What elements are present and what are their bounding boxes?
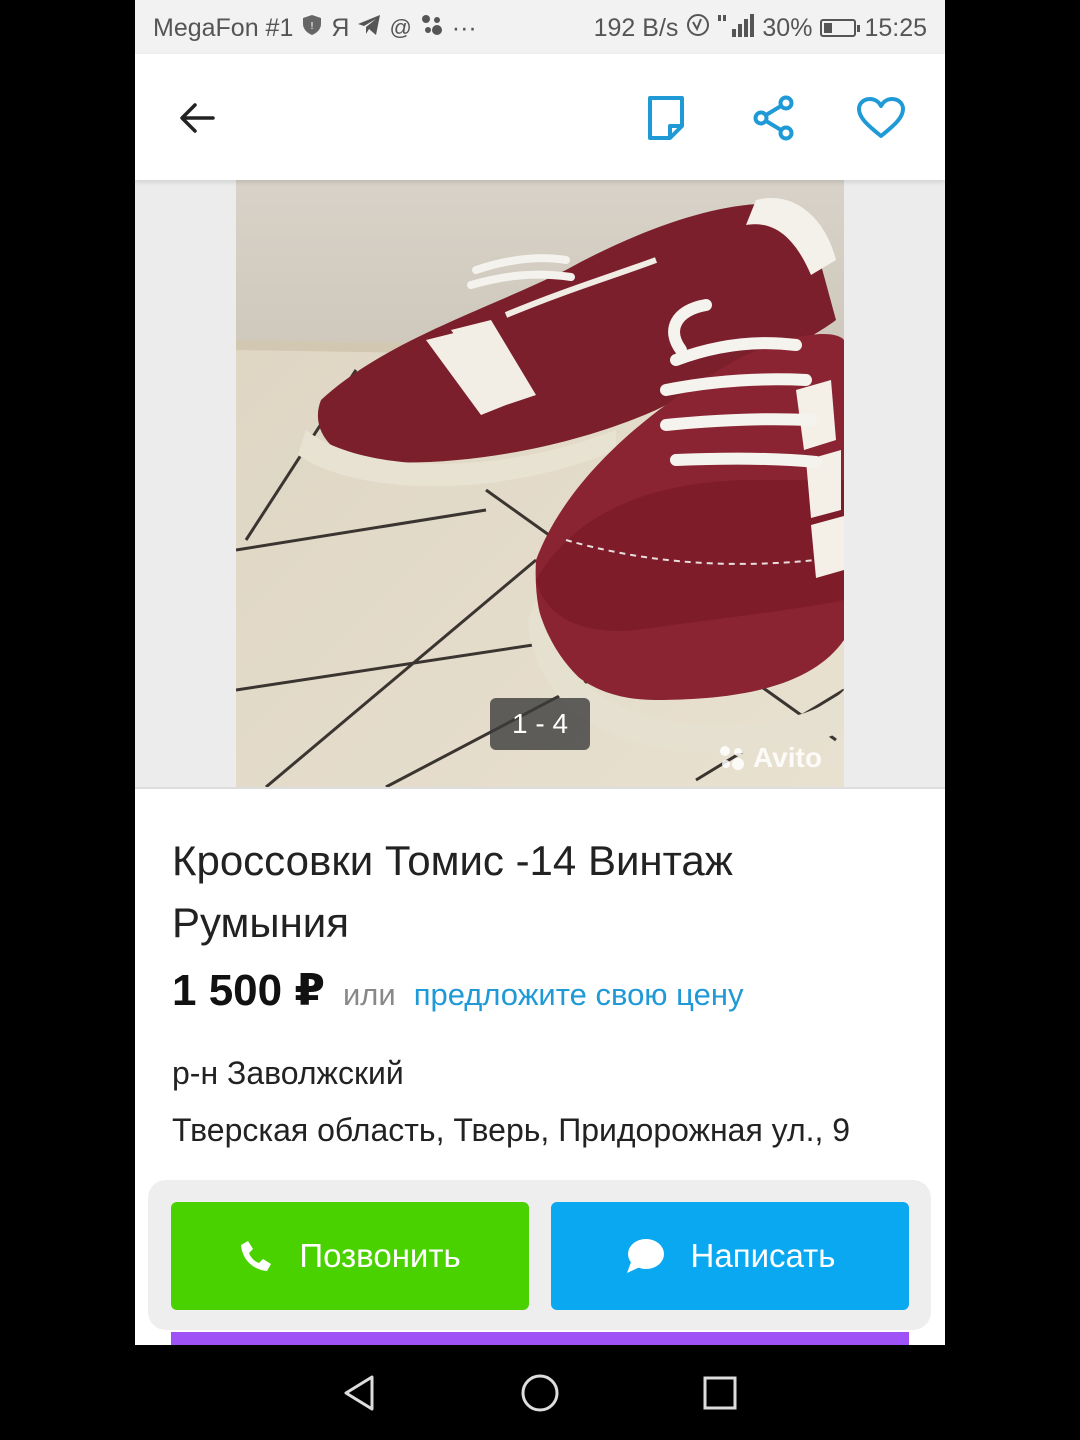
app-toolbar: [135, 54, 945, 180]
status-bar-left: MegaFon #1 ! Я @ ···: [153, 13, 477, 43]
avito-icon: [420, 13, 444, 43]
heart-icon: [857, 97, 905, 138]
telegram-icon: [357, 14, 381, 42]
listing-address[interactable]: Тверская область, Тверь, Придорожная ул.…: [172, 1107, 912, 1153]
battery-icon: [820, 19, 861, 37]
message-button-label: Написать: [690, 1237, 836, 1274]
volte-icon: [686, 13, 710, 43]
system-nav-bar: [0, 1345, 1080, 1440]
share-icon: [753, 95, 794, 141]
promo-strip[interactable]: [171, 1332, 909, 1345]
gallery-divider: [135, 787, 945, 789]
signal-icon: [718, 13, 755, 43]
at-icon: @: [389, 15, 412, 40]
chat-bubble-icon: [626, 1239, 664, 1273]
carrier-name: MegaFon #1: [153, 13, 294, 42]
nav-back-button[interactable]: [332, 1365, 388, 1421]
message-button[interactable]: Написать: [551, 1202, 909, 1310]
app-screen: MegaFon #1 ! Я @ ··· 192 B/s 30% 15:25 1…: [135, 0, 945, 1345]
photo-gallery[interactable]: 1 - 4 Avito: [135, 180, 945, 787]
more-notifications-icon: ···: [451, 13, 477, 42]
network-speed: 192 B/s: [593, 13, 679, 42]
nav-recents-button[interactable]: [692, 1365, 748, 1421]
photo-counter: 1 - 4: [490, 698, 590, 750]
avito-logo-icon: [720, 746, 744, 770]
listing-title: Кроссовки Томис -14 Винтаж Румыния: [172, 837, 733, 946]
shield-icon: !: [301, 14, 323, 42]
listing-price: 1 500 ₽: [172, 966, 325, 1015]
svg-text:!: !: [310, 21, 314, 32]
call-button-label: Позвонить: [299, 1237, 461, 1274]
status-bar-right: 192 B/s 30% 15:25: [594, 13, 927, 43]
circle-home-icon: [521, 1374, 559, 1412]
call-button[interactable]: Позвонить: [171, 1202, 529, 1310]
arrow-left-icon: [180, 103, 215, 133]
back-button[interactable]: [169, 90, 225, 146]
favorite-button[interactable]: [853, 90, 909, 146]
square-recents-icon: [703, 1376, 737, 1410]
sneakers-photo: [236, 180, 844, 787]
phone-icon: [241, 1241, 272, 1271]
battery-percent: 30%: [762, 13, 813, 42]
listing-district: р-н Заволжский: [172, 1055, 404, 1091]
clock: 15:25: [864, 13, 927, 42]
nav-home-button[interactable]: [512, 1365, 568, 1421]
note-button[interactable]: [638, 90, 694, 146]
listing-photo[interactable]: [236, 180, 844, 787]
offer-price-link[interactable]: предложите свою цену: [414, 977, 744, 1013]
contact-actions-panel: Позвонить Написать: [148, 1180, 931, 1330]
watermark-text: Avito: [753, 742, 822, 773]
note-icon: [648, 96, 684, 140]
status-bar: MegaFon #1 ! Я @ ··· 192 B/s 30% 15:25: [135, 0, 945, 54]
price-row: 1 500 ₽ или предложите свою цену: [172, 965, 743, 1016]
share-button[interactable]: [746, 90, 802, 146]
avito-watermark: Avito: [717, 742, 822, 774]
battery-level: [824, 23, 833, 33]
price-or-label: или: [342, 977, 396, 1012]
yandex-icon: Я: [331, 13, 350, 42]
triangle-back-icon: [344, 1375, 374, 1411]
